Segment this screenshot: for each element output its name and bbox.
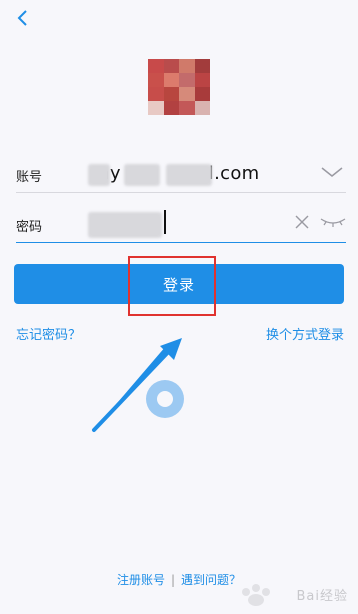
watermark-text: Bai经验 — [296, 589, 348, 604]
avatar-pixel — [179, 87, 195, 101]
footer-separator: | — [170, 573, 176, 587]
tap-indicator-icon — [146, 380, 184, 418]
avatar-pixel — [148, 59, 164, 73]
clear-icon[interactable] — [294, 214, 310, 230]
avatar-pixel — [148, 87, 164, 101]
avatar-pixel — [179, 73, 195, 87]
forgot-password-link[interactable]: 忘记密码？ — [16, 324, 81, 343]
register-link[interactable]: 注册账号 — [117, 573, 165, 587]
avatar-pixel — [194, 59, 210, 73]
avatar-pixel — [163, 87, 179, 101]
switch-login-method-link[interactable]: 换个方式登录 — [266, 324, 344, 343]
avatar-pixel — [163, 73, 179, 87]
avatar-pixel — [163, 59, 179, 73]
account-label: 账号 — [16, 170, 43, 185]
avatar-pixel — [194, 101, 210, 115]
password-mask — [88, 212, 162, 238]
password-field[interactable]: 密码 — [16, 208, 346, 243]
avatar-pixel — [194, 87, 210, 101]
back-button[interactable] — [14, 8, 30, 28]
account-mask — [166, 164, 212, 186]
avatar-pixel — [163, 101, 179, 115]
avatar-pixel — [148, 73, 164, 87]
avatar-pixel — [148, 101, 164, 115]
eye-closed-icon[interactable] — [320, 216, 346, 228]
account-value-suffix: l.com — [208, 163, 260, 184]
avatar-pixel — [194, 73, 210, 87]
chevron-left-icon — [17, 10, 27, 26]
password-label: 密码 — [16, 220, 43, 235]
account-field[interactable]: 账号 myl.com — [16, 158, 346, 193]
avatar — [148, 59, 210, 115]
account-mask — [124, 164, 160, 186]
highlight-box — [128, 256, 216, 316]
account-mask — [88, 164, 110, 186]
avatar-pixel — [179, 101, 195, 115]
dropdown-chevron-icon[interactable] — [320, 164, 344, 180]
text-caret — [164, 210, 166, 234]
avatar-pixel — [179, 59, 195, 73]
